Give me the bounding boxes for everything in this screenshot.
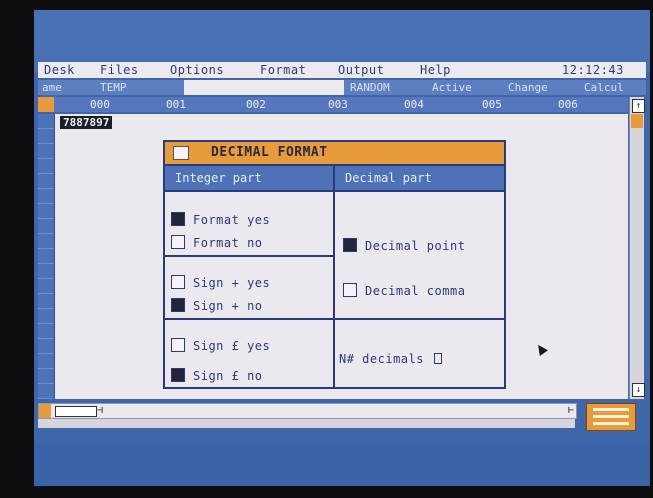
sign-plus-no-checkbox[interactable]: Sign + no <box>171 298 263 313</box>
checkbox-empty-icon <box>171 235 185 249</box>
status-indicator[interactable]: Active <box>432 80 472 95</box>
column-header[interactable]: 006 <box>558 97 578 112</box>
column-header-row: 000 001 002 003 004 005 006 <box>38 97 628 112</box>
menu-help[interactable]: Help <box>420 62 451 78</box>
format-no-checkbox[interactable]: Format no <box>171 235 263 250</box>
column-header[interactable]: 004 <box>404 97 424 112</box>
row-header-strip[interactable] <box>38 114 55 399</box>
format-yes-checkbox[interactable]: Format yes <box>171 212 270 227</box>
decimal-comma-checkbox[interactable]: Decimal comma <box>343 283 465 298</box>
file-name: TEMP <box>100 81 127 94</box>
decimals-value-box[interactable] <box>433 353 442 364</box>
dialog-divider <box>333 192 335 387</box>
name-label: ame <box>42 81 62 94</box>
dialog-title: DECIMAL FORMAT <box>211 145 328 160</box>
scroll-down-icon[interactable]: ↓ <box>632 383 645 397</box>
scroll-left-arrow-icon[interactable]: ⊣ <box>97 405 103 417</box>
close-box-icon[interactable] <box>173 146 189 160</box>
vertical-scrollbar[interactable]: ↑ ↓ <box>629 97 645 399</box>
window-size-box[interactable] <box>586 403 636 431</box>
decimal-format-dialog: DECIMAL FORMAT Integer part Decimal part… <box>163 140 506 389</box>
menu-bar: Desk Files Options Format Output Help 12… <box>38 62 646 78</box>
name-field[interactable] <box>184 80 344 95</box>
checkbox-checked-icon <box>171 368 185 382</box>
checkbox-checked-icon <box>171 298 185 312</box>
select-all-corner[interactable] <box>38 97 54 112</box>
column-header[interactable]: 000 <box>90 97 110 112</box>
column-header[interactable]: 005 <box>482 97 502 112</box>
dialog-divider <box>165 318 504 320</box>
horizontal-scrollbar-track <box>38 419 575 428</box>
dialog-divider <box>165 255 335 257</box>
horizontal-scroll-thumb[interactable] <box>55 406 97 417</box>
sign-plus-yes-checkbox[interactable]: Sign + yes <box>171 275 270 290</box>
menu-desk[interactable]: Desk <box>44 62 75 78</box>
change-button[interactable]: Change <box>508 80 548 95</box>
sign-pound-yes-checkbox[interactable]: Sign £ yes <box>171 338 270 353</box>
screen-bottom-margin <box>34 443 650 486</box>
column-header[interactable]: 002 <box>246 97 266 112</box>
name-bar: ame TEMP RANDOM Active Change Calcul <box>38 80 646 95</box>
clock: 12:12:43 <box>562 63 624 77</box>
scroll-up-icon[interactable]: ↑ <box>632 99 645 113</box>
menu-output[interactable]: Output <box>338 62 384 78</box>
decimals-count-field[interactable]: N# decimals <box>339 352 442 366</box>
checkbox-empty-icon <box>343 283 357 297</box>
scroll-right-arrow-icon[interactable]: ⊢ <box>568 405 574 417</box>
mode-indicator[interactable]: RANDOM <box>350 80 390 95</box>
menu-options[interactable]: Options <box>170 62 224 78</box>
calcul-button[interactable]: Calcul <box>584 80 624 95</box>
checkbox-checked-icon <box>343 238 357 252</box>
decimal-part-header: Decimal part <box>345 171 432 185</box>
integer-part-header: Integer part <box>175 171 262 185</box>
checkbox-checked-icon <box>171 212 185 226</box>
decimal-point-checkbox[interactable]: Decimal point <box>343 238 465 253</box>
column-header[interactable]: 001 <box>166 97 186 112</box>
active-cell-value[interactable]: 7887897 <box>60 116 113 129</box>
sign-pound-no-checkbox[interactable]: Sign £ no <box>171 368 263 383</box>
vertical-scroll-thumb[interactable] <box>631 114 643 128</box>
dialog-column-header: Integer part Decimal part <box>165 166 504 192</box>
horizontal-scrollbar[interactable]: ⊣ ⊢ <box>38 403 577 419</box>
menu-files[interactable]: Files <box>100 62 139 78</box>
menu-format[interactable]: Format <box>260 62 306 78</box>
checkbox-empty-icon <box>171 275 185 289</box>
column-header[interactable]: 003 <box>328 97 348 112</box>
checkbox-empty-icon <box>171 338 185 352</box>
scroll-left-box[interactable] <box>39 404 51 418</box>
decimals-label: N# decimals <box>339 352 424 366</box>
dialog-title-bar[interactable]: DECIMAL FORMAT <box>165 142 504 166</box>
